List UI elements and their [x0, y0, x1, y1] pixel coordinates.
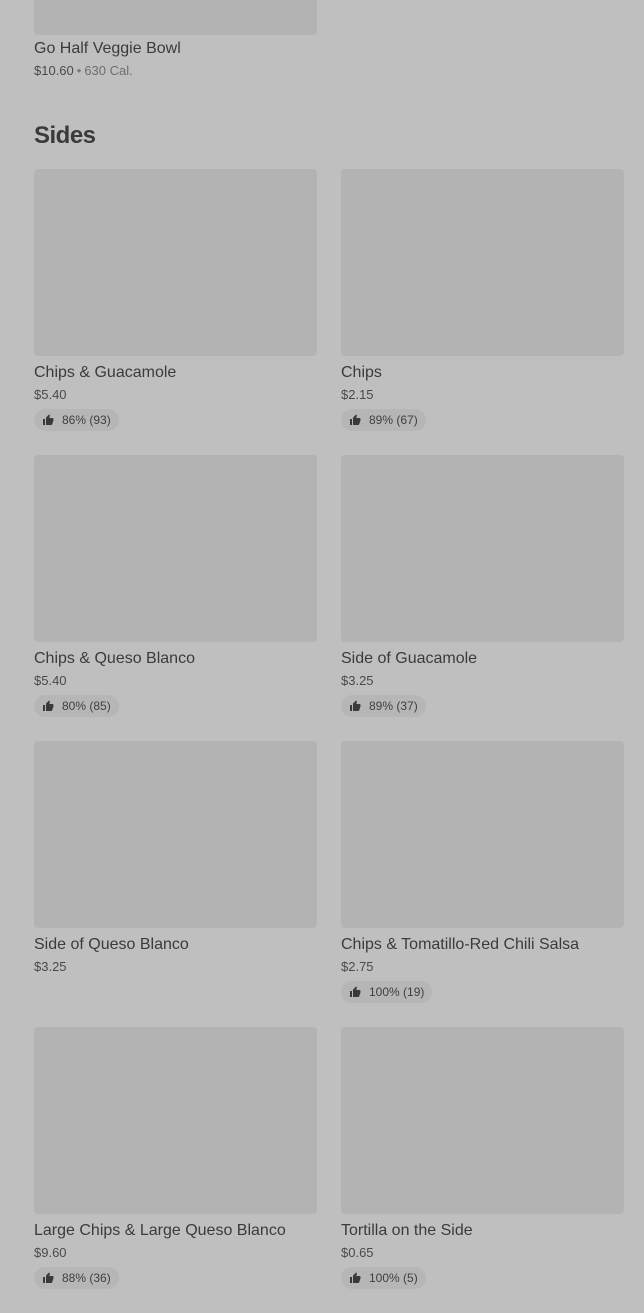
item-name: Chips & Queso Blanco: [34, 650, 195, 667]
section-title-sides: Sides: [34, 122, 96, 149]
item-name: Side of Queso Blanco: [34, 936, 189, 953]
rating-badge: 100% (5): [341, 1267, 426, 1289]
thumbs-up-icon: [43, 414, 54, 425]
item-name: Chips & Guacamole: [34, 364, 177, 381]
item-image: [341, 455, 624, 642]
item-image: [34, 455, 317, 642]
thumbs-up-icon: [350, 1272, 361, 1283]
rating-text: 88% (36): [62, 1271, 111, 1285]
rating-text: 86% (93): [62, 413, 111, 427]
rating-badge: 89% (67): [341, 409, 426, 431]
menu-item-card[interactable]: Chips & Queso Blanco $5.40 80% (85): [34, 455, 317, 741]
item-image: [341, 1027, 624, 1214]
item-price: $5.40: [34, 387, 67, 402]
menu-item-card[interactable]: Large Chips & Large Queso Blanco $9.60 8…: [34, 1027, 317, 1313]
menu-item-card[interactable]: Side of Queso Blanco $3.25: [34, 741, 317, 1027]
rating-badge: 80% (85): [34, 695, 119, 717]
item-calories: 630 Cal.: [84, 63, 133, 78]
item-price: $2.15: [341, 387, 374, 402]
item-price: $0.65: [341, 1245, 374, 1260]
menu-item-card[interactable]: Chips & Tomatillo-Red Chili Salsa $2.75 …: [341, 741, 624, 1027]
item-name: Chips & Tomatillo-Red Chili Salsa: [341, 936, 580, 953]
menu-item-go-half-veggie-bowl[interactable]: Go Half Veggie Bowl $10.60 • 630 Cal.: [34, 0, 317, 80]
item-price: $2.75: [341, 959, 374, 974]
item-image: [34, 0, 317, 35]
item-price: $9.60: [34, 1245, 67, 1260]
item-price: $5.40: [34, 673, 67, 688]
menu-item-card[interactable]: Side of Guacamole $3.25 89% (37): [341, 455, 624, 741]
rating-badge: 100% (19): [341, 981, 433, 1003]
rating-text: 89% (67): [369, 413, 418, 427]
meta-separator: •: [76, 63, 82, 78]
thumbs-up-icon: [350, 414, 361, 425]
item-name: Chips: [341, 364, 382, 381]
thumbs-up-icon: [43, 1272, 54, 1283]
item-image: [341, 169, 624, 356]
item-name: Side of Guacamole: [341, 650, 478, 667]
rating-badge: 88% (36): [34, 1267, 119, 1289]
rating-badge: 89% (37): [341, 695, 426, 717]
menu-item-card[interactable]: Chips & Guacamole $5.40 86% (93): [34, 169, 317, 455]
rating-text: 80% (85): [62, 699, 111, 713]
thumbs-up-icon: [350, 986, 361, 997]
item-image: [34, 741, 317, 928]
item-price: $3.25: [34, 959, 67, 974]
item-name: Large Chips & Large Queso Blanco: [34, 1222, 286, 1239]
rating-text: 100% (19): [369, 985, 425, 999]
sides-grid: Chips & Guacamole $5.40 86% (93) Chips $…: [34, 169, 624, 1313]
rating-text: 100% (5): [369, 1271, 418, 1285]
item-name: Go Half Veggie Bowl: [34, 40, 181, 57]
menu-item-card[interactable]: Tortilla on the Side $0.65 100% (5): [341, 1027, 624, 1313]
rating-badge: 86% (93): [34, 409, 119, 431]
item-price: $3.25: [341, 673, 374, 688]
item-price: $10.60: [34, 63, 74, 78]
menu-item-card[interactable]: Chips $2.15 89% (67): [341, 169, 624, 455]
item-meta: $10.60 • 630 Cal.: [34, 62, 317, 80]
item-name: Tortilla on the Side: [341, 1222, 473, 1239]
thumbs-up-icon: [350, 700, 361, 711]
item-image: [34, 1027, 317, 1214]
thumbs-up-icon: [43, 700, 54, 711]
item-image: [34, 169, 317, 356]
item-image: [341, 741, 624, 928]
rating-text: 89% (37): [369, 699, 418, 713]
